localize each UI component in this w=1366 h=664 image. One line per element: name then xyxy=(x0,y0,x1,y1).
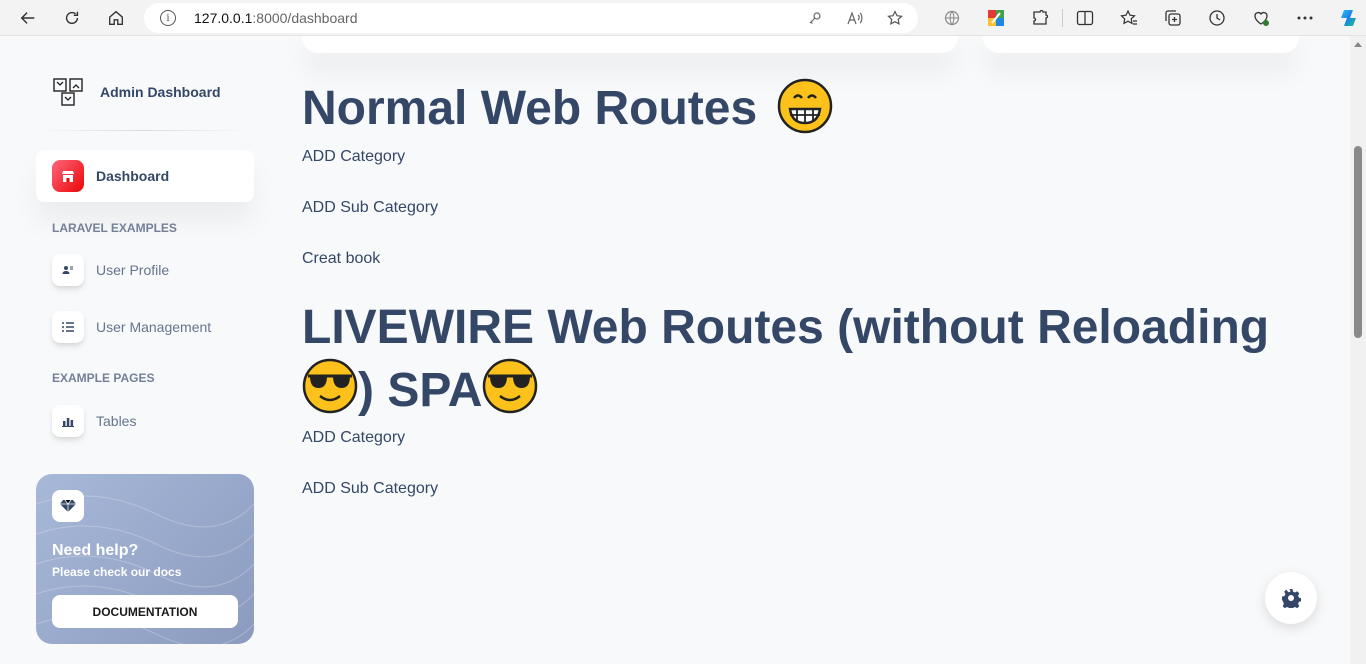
back-button[interactable] xyxy=(6,0,50,36)
vertical-scrollbar[interactable] xyxy=(1350,36,1366,664)
globe-icon[interactable] xyxy=(930,0,974,36)
user-icon xyxy=(52,254,84,286)
key-icon[interactable] xyxy=(806,10,824,26)
more-menu-icon[interactable] xyxy=(1283,0,1327,36)
normal-routes-heading: Normal Web Routes xyxy=(302,78,833,139)
sunglasses-face-icon xyxy=(483,358,538,414)
sidebar-item-user-management[interactable]: User Management xyxy=(36,301,254,353)
brand-name: Admin Dashboard xyxy=(100,84,221,100)
performance-icon[interactable] xyxy=(1239,0,1283,36)
documentation-button[interactable]: DOCUMENTATION xyxy=(52,595,238,628)
diamond-icon xyxy=(52,490,84,522)
home-icon xyxy=(109,10,123,25)
shop-icon xyxy=(52,160,84,192)
star-icon[interactable] xyxy=(886,10,904,26)
livewire-link-add-sub-category[interactable]: ADD Sub Category xyxy=(302,479,438,499)
history-icon[interactable] xyxy=(1195,0,1239,36)
section-heading-laravel: LARAVEL EXAMPLES xyxy=(52,221,177,235)
url-host: 127.0.0.1 xyxy=(194,10,253,26)
divider xyxy=(36,130,250,131)
sidebar-item-tables[interactable]: Tables xyxy=(36,395,254,447)
read-aloud-icon[interactable] xyxy=(846,10,864,26)
refresh-button[interactable] xyxy=(50,0,94,36)
livewire-routes-title-suffix: ) SPA xyxy=(358,364,483,417)
sidebar-item-user-profile[interactable]: User Profile xyxy=(36,244,254,296)
page-viewport: Admin Dashboard Dashboard LARAVEL EXAMPL… xyxy=(0,36,1350,664)
normal-routes-title: Normal Web Routes xyxy=(302,82,758,135)
help-subtitle: Please check our docs xyxy=(52,565,182,579)
stats-card-partial xyxy=(983,36,1299,53)
sidebar: Admin Dashboard Dashboard LARAVEL EXAMPL… xyxy=(20,36,270,664)
livewire-routes-heading-line2: ) SPA xyxy=(302,358,538,421)
scroll-thumb[interactable] xyxy=(1354,146,1362,338)
sunglasses-face-icon xyxy=(302,358,358,414)
favorites-icon[interactable] xyxy=(1107,0,1151,36)
collections-icon[interactable] xyxy=(1151,0,1195,36)
stats-card-partial xyxy=(302,36,958,53)
chart-bar-icon xyxy=(52,405,84,437)
sidebar-item-label: User Management xyxy=(96,319,212,335)
normal-link-create-book[interactable]: Creat book xyxy=(302,249,380,269)
settings-button[interactable] xyxy=(1265,572,1317,624)
help-card: Need help? Please check our docs DOCUMEN… xyxy=(36,474,254,644)
help-title: Need help? xyxy=(52,542,139,559)
extensions-icon[interactable] xyxy=(1018,0,1062,36)
sidebar-item-label: Dashboard xyxy=(96,168,170,184)
info-icon[interactable]: i xyxy=(160,10,176,26)
refresh-icon xyxy=(65,11,79,24)
browser-toolbar: i 127.0.0.1:8000/dashboard xyxy=(0,0,1366,36)
section-heading-pages: EXAMPLE PAGES xyxy=(52,371,155,385)
sidebar-item-dashboard[interactable]: Dashboard xyxy=(36,150,254,202)
split-screen-icon[interactable] xyxy=(1063,0,1107,36)
scroll-up-arrow-icon[interactable] xyxy=(1354,42,1362,47)
livewire-link-add-category[interactable]: ADD Category xyxy=(302,428,405,448)
livewire-routes-title: LIVEWIRE Web Routes (without Reloading xyxy=(302,301,1270,354)
list-icon xyxy=(52,311,84,343)
url-path: :8000/dashboard xyxy=(252,10,358,26)
arrow-left-icon xyxy=(20,11,35,24)
copilot-icon[interactable] xyxy=(1327,0,1366,36)
gear-icon xyxy=(1282,589,1301,608)
normal-link-add-category[interactable]: ADD Category xyxy=(302,147,405,167)
normal-link-add-sub-category[interactable]: ADD Sub Category xyxy=(302,198,438,218)
dashboard-logo-icon xyxy=(53,78,83,106)
brand[interactable]: Admin Dashboard xyxy=(52,76,221,108)
livewire-routes-heading: LIVEWIRE Web Routes (without Reloading xyxy=(302,298,1302,358)
grinning-face-icon xyxy=(777,78,832,134)
sidebar-item-label: Tables xyxy=(96,413,137,429)
sidebar-item-label: User Profile xyxy=(96,262,170,278)
extension-colorful-icon[interactable] xyxy=(974,0,1018,36)
address-bar[interactable]: i 127.0.0.1:8000/dashboard xyxy=(144,3,918,33)
home-button[interactable] xyxy=(94,0,138,36)
